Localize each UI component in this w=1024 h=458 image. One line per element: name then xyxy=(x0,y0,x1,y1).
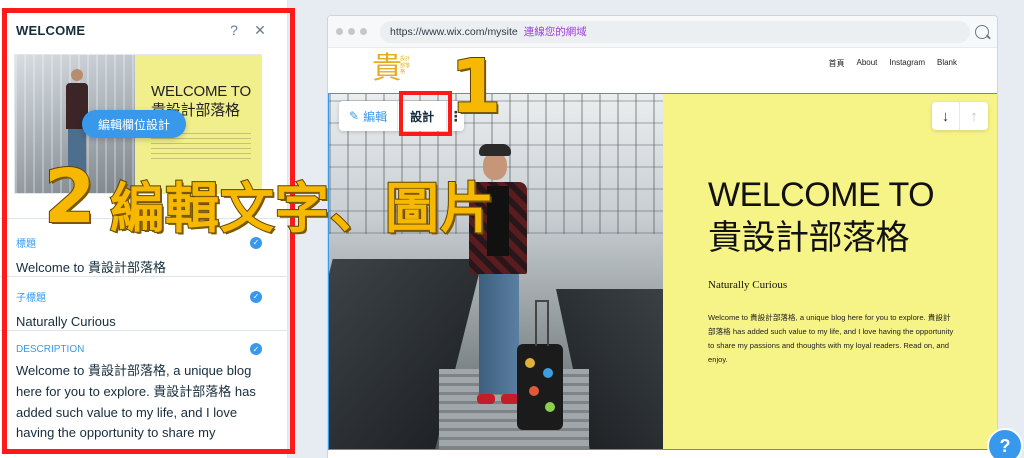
field-title-value[interactable]: Welcome to 貴設計部落格 xyxy=(16,258,272,278)
window-dot xyxy=(348,28,355,35)
help-button[interactable]: ? xyxy=(987,428,1023,458)
section-toolbar: ✎ 編輯 設計 ⋮ xyxy=(339,101,465,131)
welcome-section[interactable]: ↓ ↑ WELCOME TO 貴設計部落格 Naturally Curious … xyxy=(328,93,997,450)
connect-domain-link[interactable]: 連線您的網域 xyxy=(524,24,587,39)
design-button[interactable]: 設計 xyxy=(397,101,446,131)
field-description-value[interactable]: Welcome to 貴設計部落格, a unique blog here fo… xyxy=(16,361,272,444)
panel-title: WELCOME xyxy=(16,22,86,38)
hero-body-text[interactable]: Welcome to 貴設計部落格, a unique blog here fo… xyxy=(708,311,958,367)
edit-button[interactable]: ✎ 編輯 xyxy=(339,101,397,131)
zoom-icon[interactable] xyxy=(975,24,989,39)
site-header: 貴 設計部落格 首頁 About Instagram Blank xyxy=(328,48,997,94)
help-icon[interactable]: ? xyxy=(223,19,245,41)
close-icon[interactable]: ✕ xyxy=(249,19,271,41)
hero-text-area: ↓ ↑ WELCOME TO 貴設計部落格 Naturally Curious … xyxy=(663,94,997,449)
field-subtitle-label: 子標題 xyxy=(16,293,46,304)
browser-bar: https://www.wix.com/mysite 連線您的網域 xyxy=(328,16,997,48)
site-url: https://www.wix.com/mysite xyxy=(390,25,518,38)
check-icon: ✓ xyxy=(250,343,262,355)
hero-photo[interactable] xyxy=(329,94,663,449)
nav-item-instagram[interactable]: Instagram xyxy=(889,58,925,69)
logo-subtext: 設計部落格 xyxy=(400,56,411,75)
field-description[interactable]: DESCRIPTION ✓ Welcome to 貴設計部落格, a unique… xyxy=(0,330,287,458)
site-nav-menu: 首頁 About Instagram Blank xyxy=(829,58,958,69)
panel-header: WELCOME ? ✕ xyxy=(0,0,287,60)
step-2-text-callout: 編輯文字、圖片 xyxy=(109,177,495,240)
logo-mark: 貴 xyxy=(372,51,402,86)
suitcase xyxy=(517,300,563,430)
move-up-icon[interactable]: ↑ xyxy=(960,102,988,130)
field-subtitle-value[interactable]: Naturally Curious xyxy=(16,312,272,332)
pencil-icon: ✎ xyxy=(349,109,360,123)
hero-heading[interactable]: WELCOME TO 貴設計部落格 xyxy=(708,174,958,259)
move-down-icon[interactable]: ↓ xyxy=(932,102,960,130)
field-subtitle[interactable]: 子標題 ✓ Naturally Curious xyxy=(0,276,287,332)
step-1-callout: 1 xyxy=(449,44,502,130)
step-2-number-callout: 2 xyxy=(43,154,96,240)
section-reorder-controls: ↓ ↑ xyxy=(932,102,988,130)
check-icon: ✓ xyxy=(250,290,262,303)
field-description-label: DESCRIPTION xyxy=(16,343,85,355)
hero-subheading[interactable]: Naturally Curious xyxy=(708,279,958,291)
field-title-label: 標題 xyxy=(16,239,36,250)
edit-field-design-button[interactable]: 編輯欄位設計 xyxy=(82,110,186,138)
window-dot xyxy=(360,28,367,35)
nav-item-about[interactable]: About xyxy=(857,58,878,69)
address-bar[interactable]: https://www.wix.com/mysite 連線您的網域 xyxy=(380,20,970,43)
nav-item-home[interactable]: 首頁 xyxy=(829,58,845,69)
window-dot xyxy=(336,28,343,35)
nav-item-blank[interactable]: Blank xyxy=(937,58,957,69)
edit-button-label: 編輯 xyxy=(363,109,388,124)
site-logo[interactable]: 貴 設計部落格 xyxy=(372,54,410,90)
